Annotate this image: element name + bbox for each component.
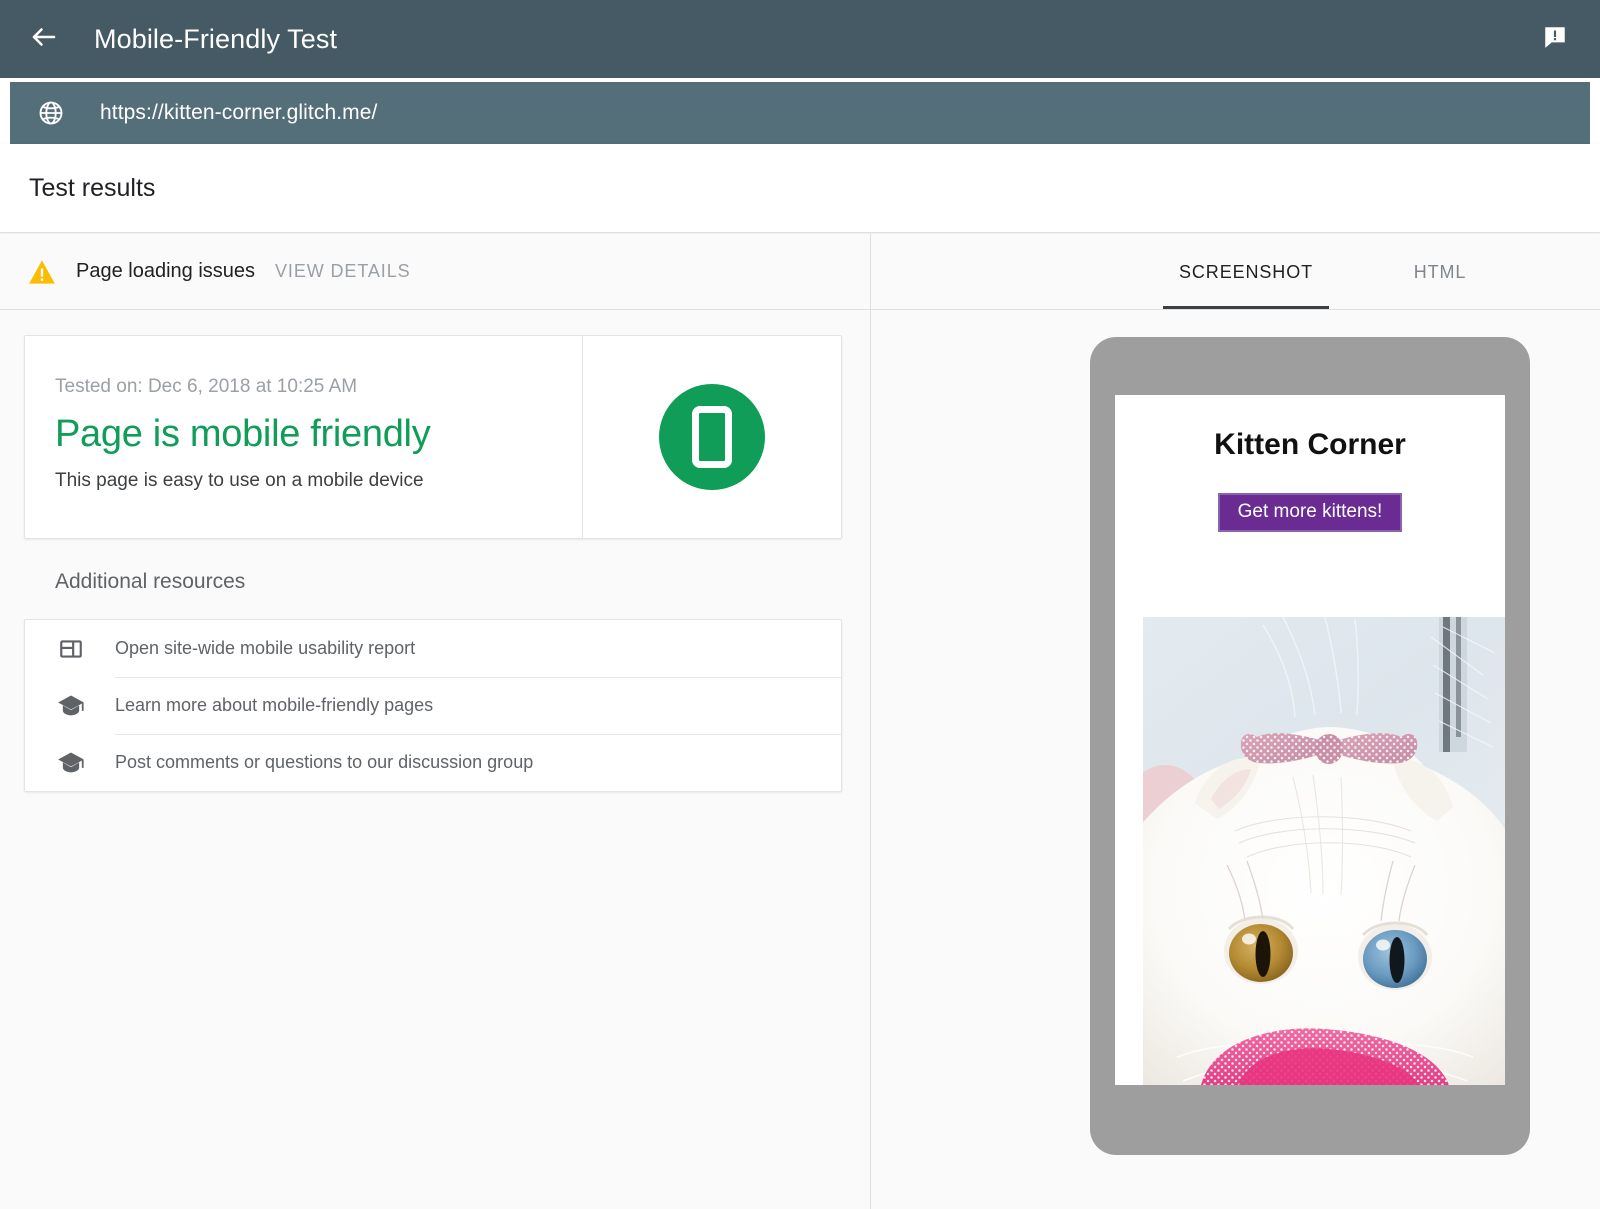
tab-screenshot[interactable]: SCREENSHOT	[1163, 235, 1329, 309]
app-bar: Mobile-Friendly Test	[0, 0, 1600, 78]
back-arrow-icon	[29, 22, 59, 57]
warning-triangle-icon	[28, 258, 56, 286]
verdict-headline: Page is mobile friendly	[55, 413, 582, 456]
url-bar[interactable]: https://kitten-corner.glitch.me/	[10, 82, 1590, 144]
list-item-label: Open site-wide mobile usability report	[115, 638, 415, 659]
dashboard-report-icon	[56, 634, 86, 664]
preview-tabs: SCREENSHOT HTML	[871, 234, 1600, 310]
verdict-card: Tested on: Dec 6, 2018 at 10:25 AM Page …	[24, 335, 842, 539]
mobile-phone-icon	[692, 406, 732, 468]
tab-html-label: HTML	[1414, 262, 1467, 283]
page-loading-issues-label: Page loading issues	[76, 260, 255, 283]
tested-on-timestamp: Tested on: Dec 6, 2018 at 10:25 AM	[55, 376, 582, 398]
list-item-label: Post comments or questions to our discus…	[115, 752, 533, 773]
kitten-photo	[1143, 617, 1505, 1085]
phone-screen: Kitten Corner Get more kittens!	[1115, 395, 1505, 1085]
url-input-value[interactable]: https://kitten-corner.glitch.me/	[100, 101, 377, 125]
graduation-cap-icon	[56, 748, 86, 778]
get-more-kittens-button[interactable]: Get more kittens!	[1218, 493, 1403, 532]
phone-mockup-frame: Kitten Corner Get more kittens!	[1090, 337, 1530, 1155]
view-details-link[interactable]: VIEW DETAILS	[275, 261, 411, 282]
page-loading-issues-bar: Page loading issues VIEW DETAILS	[0, 234, 870, 310]
additional-resources-title: Additional resources	[55, 570, 245, 594]
list-item[interactable]: Open site-wide mobile usability report	[25, 620, 841, 677]
list-item[interactable]: Learn more about mobile-friendly pages	[25, 677, 841, 734]
verdict-subtitle: This page is easy to use on a mobile dev…	[55, 470, 582, 492]
preview-button-wrap: Get more kittens!	[1115, 493, 1505, 532]
results-title: Test results	[29, 174, 155, 203]
preview-site-title: Kitten Corner	[1115, 428, 1505, 462]
additional-resources-list: Open site-wide mobile usability report L…	[24, 619, 842, 792]
tab-html[interactable]: HTML	[1381, 235, 1499, 309]
page-title: Mobile-Friendly Test	[94, 24, 337, 55]
graduation-cap-icon	[56, 691, 86, 721]
results-header: Test results	[0, 144, 1600, 233]
feedback-icon	[1542, 24, 1568, 55]
verdict-card-text: Tested on: Dec 6, 2018 at 10:25 AM Page …	[25, 336, 582, 538]
feedback-button[interactable]	[1532, 16, 1578, 62]
status-badge	[659, 384, 765, 490]
back-button[interactable]	[20, 15, 68, 63]
verdict-card-status	[582, 336, 841, 538]
list-item[interactable]: Post comments or questions to our discus…	[25, 734, 841, 791]
list-item-label: Learn more about mobile-friendly pages	[115, 695, 433, 716]
left-pane: Page loading issues VIEW DETAILS Tested …	[0, 234, 870, 1209]
globe-icon	[36, 98, 66, 128]
tab-screenshot-label: SCREENSHOT	[1179, 262, 1313, 283]
